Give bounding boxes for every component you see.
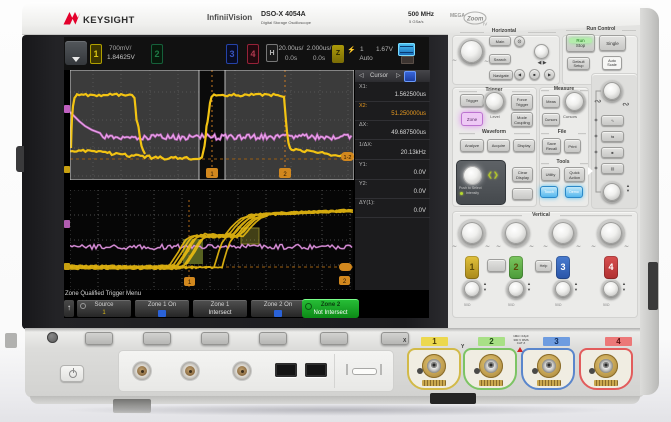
svg-text:KEYSIGHT: KEYSIGHT bbox=[83, 15, 135, 26]
svg-text:IV: IV bbox=[483, 22, 487, 27]
svg-text:MEGA: MEGA bbox=[450, 13, 465, 19]
svg-text:1-2: 1-2 bbox=[344, 155, 352, 161]
svg-text:Zoom: Zoom bbox=[466, 17, 484, 23]
